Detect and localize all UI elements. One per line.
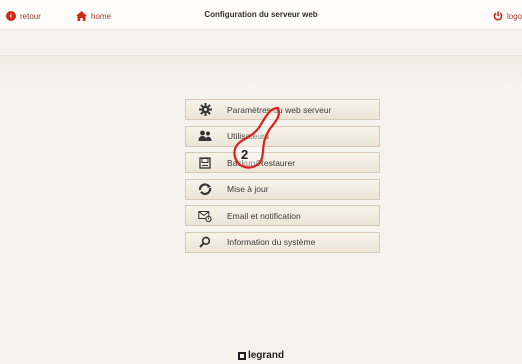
header-band [0,55,522,87]
logout-label: logo [507,11,522,21]
menu-item-label: Email et notification [227,210,301,221]
logout-link[interactable]: logo [493,9,522,23]
search-icon [198,235,212,249]
menu-item-web-server-settings[interactable]: Paramètres du web serveur [185,99,380,120]
backup-icon [198,156,212,170]
menu-item-backup-restore[interactable]: Backup/Restaurer [185,152,380,173]
menu-item-label: Paramètres du web serveur [227,104,332,115]
power-icon [493,11,503,21]
update-icon [198,182,212,196]
menu-item-label: Mise à jour [227,184,269,194]
menu-item-email-notification[interactable]: Email et notification [185,205,380,226]
menu-item-system-information[interactable]: Information du système [185,231,380,253]
logo-square-icon [237,351,246,360]
menu-item-label: Information du système [227,237,316,247]
menu-item-update[interactable]: Mise à jour [185,178,380,200]
step-number: 2 [241,147,249,162]
brand-name: legrand [247,350,285,361]
email-icon [198,209,212,223]
page-title: Configuration du serveur web [204,10,318,19]
top-bar: ‹ retour home Configuration du serveur w… [0,0,522,30]
menu-item-label: Utilisateurs [227,131,270,141]
menu-item-label: Backup/Restaurer [227,157,296,168]
menu-item-users[interactable]: Utilisateurs [185,125,380,147]
users-icon [198,129,212,143]
gear-icon [198,103,212,117]
legrand-logo: legrand [0,350,522,361]
settings-menu: Paramètres du web serveur Utilisateurs B… [185,99,380,258]
